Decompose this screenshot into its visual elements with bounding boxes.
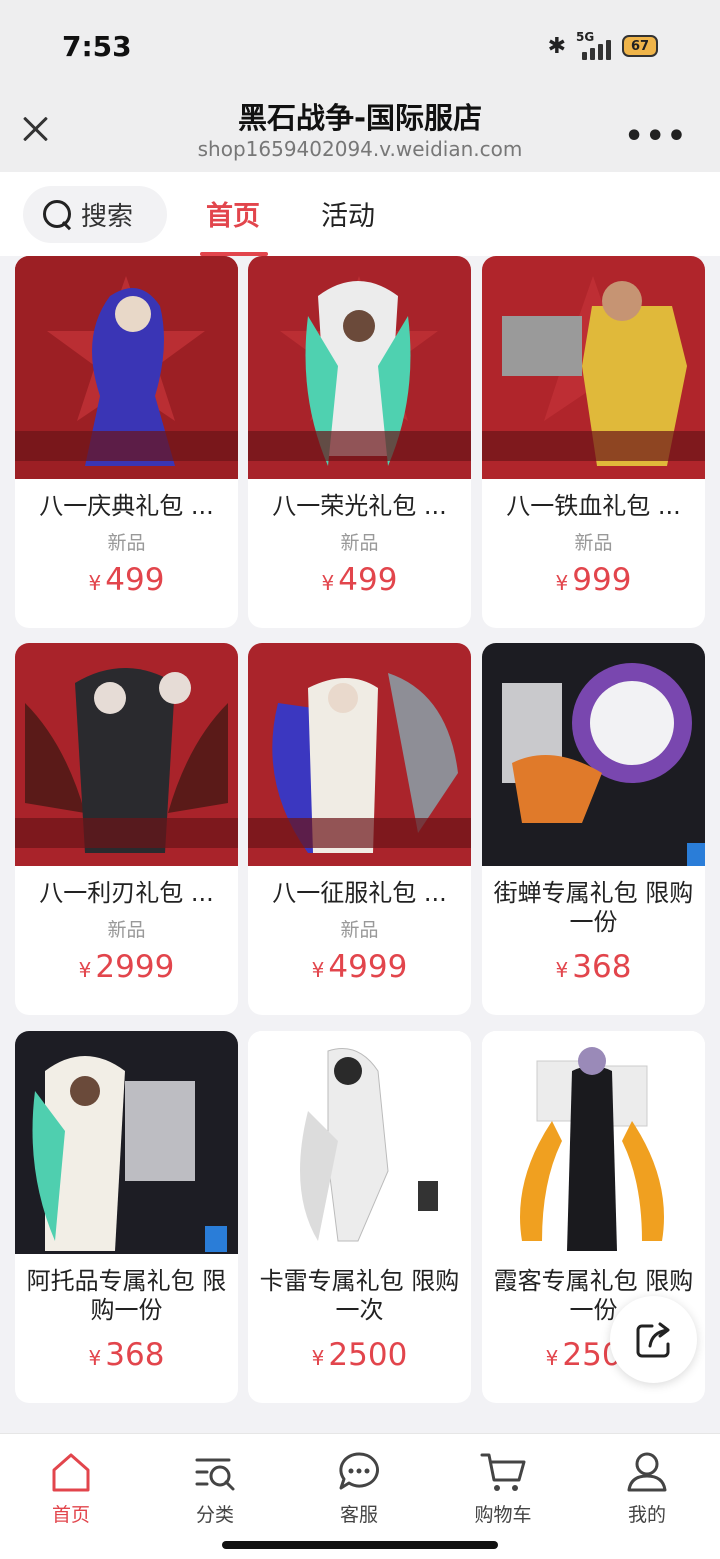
nav-home[interactable]: 首页 [16,1448,126,1527]
product-image [482,643,705,866]
home-icon [52,1453,90,1492]
product-image [15,643,238,866]
product-card[interactable]: 八一征服礼包 ... 新品 ¥4999 [248,643,471,1015]
product-name: 八一荣光礼包 ... [272,492,447,520]
chat-icon [339,1452,379,1490]
product-image [15,1031,238,1254]
nav-cart[interactable]: 购物车 [448,1448,558,1527]
product-price: ¥368 [555,949,632,985]
status-bar: 7:53 ✱ 5G 67 [0,0,720,95]
nav-service-label: 客服 [339,1504,378,1526]
nav-category[interactable]: 分类 [160,1448,270,1527]
nav-profile-label: 我的 [627,1504,666,1526]
product-name: 阿托品专属礼包 限购一份 [26,1267,227,1324]
product-price: ¥999 [555,562,632,598]
nav-cart-label: 购物车 [474,1504,532,1526]
product-image [482,1031,705,1254]
product-price: ¥4999 [311,949,408,985]
product-tag: 新品 [107,919,146,941]
product-image [15,256,238,479]
share-icon [636,1322,669,1357]
product-price: ¥2999 [78,949,175,985]
nav-service[interactable]: 客服 [304,1448,414,1527]
search-label: 搜索 [81,202,134,232]
product-card[interactable]: 八一利刃礼包 ... 新品 ¥2999 [15,643,238,1015]
tab-home[interactable]: 首页 [206,194,260,233]
category-icon [195,1458,235,1491]
search-button[interactable]: 搜索 [23,186,167,243]
product-price: ¥499 [88,562,165,598]
product-image [248,643,471,866]
nav-profile[interactable]: 我的 [592,1448,702,1527]
product-price: ¥499 [321,562,398,598]
cart-icon [480,1453,526,1491]
status-time: 7:53 [62,30,132,63]
signal-icon: 5G [574,30,614,60]
product-image [248,256,471,479]
product-tag: 新品 [107,532,146,554]
product-image [248,1031,471,1254]
share-button[interactable] [610,1296,697,1383]
product-tag: 新品 [340,919,379,941]
page-title: 黑石战争-国际服店 [237,101,483,135]
product-name: 八一庆典礼包 ... [39,492,214,520]
product-tag: 新品 [340,532,379,554]
page-url: shop1659402094.v.weidian.com [197,137,523,161]
nav-home-label: 首页 [51,1504,90,1526]
battery-icon: 67 [622,35,658,57]
product-tag: 新品 [574,532,613,554]
bluetooth-icon: ✱ [547,33,566,59]
product-card[interactable]: 八一荣光礼包 ... 新品 ¥499 [248,256,471,628]
user-icon [627,1452,667,1492]
product-name: 八一利刃礼包 ... [39,879,214,907]
product-image [482,256,705,479]
product-card[interactable]: 八一铁血礼包 ... 新品 ¥999 [482,256,705,628]
product-card[interactable]: 八一庆典礼包 ... 新品 ¥499 [15,256,238,628]
search-icon [43,199,73,230]
product-name: 八一铁血礼包 ... [506,492,681,520]
product-name: 街蝉专属礼包 限购一份 [493,879,694,936]
product-price: ¥368 [88,1337,165,1373]
product-name: 八一征服礼包 ... [272,879,447,907]
product-price: ¥2500 [311,1337,408,1373]
product-card[interactable]: 卡雷专属礼包 限购一次 ¥2500 [248,1031,471,1403]
nav-category-label: 分类 [195,1504,234,1526]
home-indicator [222,1541,498,1549]
status-icons: ✱ 5G 67 [547,30,658,60]
product-card[interactable]: 阿托品专属礼包 限购一份 ¥368 [15,1031,238,1403]
product-card[interactable]: 街蝉专属礼包 限购一份 ¥368 [482,643,705,1015]
product-name: 卡雷专属礼包 限购一次 [259,1267,460,1324]
tab-activity[interactable]: 活动 [321,194,375,233]
more-options-icon[interactable]: ••• [624,119,688,154]
tab-bar: 搜索 首页 活动 [0,172,720,256]
title-bar: 黑石战争-国际服店 shop1659402094.v.weidian.com •… [0,95,720,172]
